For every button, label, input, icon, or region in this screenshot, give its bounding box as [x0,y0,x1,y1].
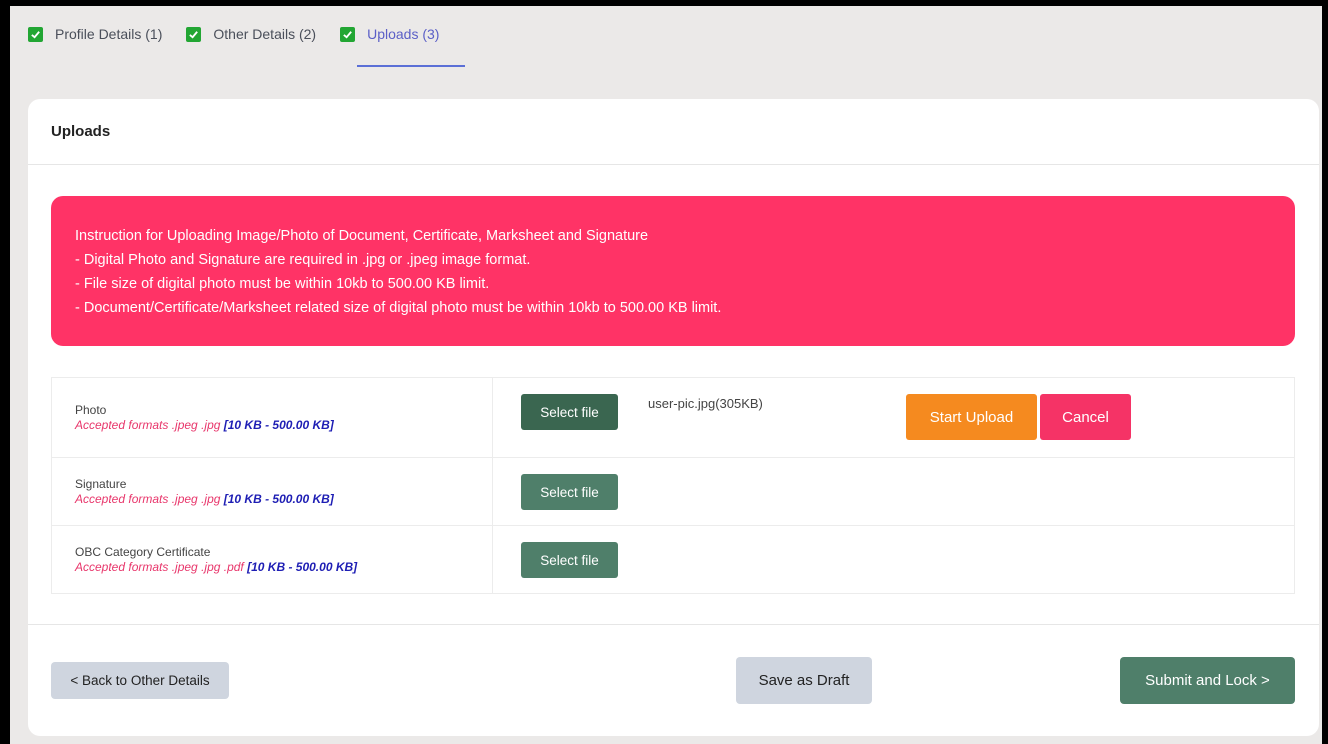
upload-row-obc-certificate: OBC Category Certificate Accepted format… [51,525,1295,594]
uploads-table: Photo Accepted formats .jpeg .jpg [10 KB… [51,377,1295,594]
step-tabs: Profile Details (1) Other Details (2) Up… [28,26,463,42]
window-frame-left [0,0,10,744]
window-frame-right [1322,0,1328,744]
upload-label-cell: Signature Accepted formats .jpeg .jpg [1… [51,457,493,526]
document-name: Signature [75,476,127,491]
footer-divider [28,624,1319,625]
upload-row-photo: Photo Accepted formats .jpeg .jpg [10 KB… [51,377,1295,458]
select-file-button[interactable]: Select file [521,474,618,510]
document-name: OBC Category Certificate [75,544,211,559]
instruction-line: - File size of digital photo must be wit… [75,276,490,292]
start-upload-button[interactable]: Start Upload [906,394,1037,440]
checkbox-checked-icon [28,26,43,42]
card-title: Uploads [28,99,1319,165]
checkbox-checked-icon [340,26,356,42]
formats-text: Accepted formats .jpeg .jpg .pdf [75,559,248,574]
document-name: Photo [75,402,107,417]
accepted-formats: Accepted formats .jpeg .jpg [10 KB - 500… [75,418,492,433]
tab-label: Profile Details (1) [55,26,163,42]
back-button[interactable]: < Back to Other Details [51,662,229,699]
accepted-formats: Accepted formats .jpeg .jpg [10 KB - 500… [75,492,492,507]
submit-lock-button[interactable]: Submit and Lock > [1120,657,1295,704]
instructions-heading: Instruction for Uploading Image/Photo of… [75,228,649,244]
upload-label-cell: OBC Category Certificate Accepted format… [51,525,493,594]
upload-action-cell: Select file [492,457,1295,526]
instructions-alert: Instruction for Uploading Image/Photo of… [51,196,1295,346]
tab-uploads[interactable]: Uploads (3) [340,26,439,42]
checkbox-checked-icon [186,26,202,42]
window-frame-top [0,0,1328,6]
instruction-line: - Document/Certificate/Marksheet related… [75,300,722,316]
tab-label: Uploads (3) [367,26,440,42]
size-limit: [10 KB - 500.00 KB] [223,417,334,432]
active-tab-underline [357,65,465,67]
formats-text: Accepted formats .jpeg .jpg [75,491,224,506]
tab-label: Other Details (2) [213,26,317,42]
accepted-formats: Accepted formats .jpeg .jpg .pdf [10 KB … [75,560,492,575]
formats-text: Accepted formats .jpeg .jpg [75,417,224,432]
cancel-upload-button[interactable]: Cancel [1040,394,1131,440]
tab-other-details[interactable]: Other Details (2) [186,26,316,42]
size-limit: [10 KB - 500.00 KB] [223,491,334,506]
save-draft-button[interactable]: Save as Draft [736,657,872,704]
size-limit: [10 KB - 500.00 KB] [247,559,358,574]
upload-action-cell: Select file [492,525,1295,594]
select-file-button[interactable]: Select file [521,394,618,430]
uploads-card: Uploads Instruction for Uploading Image/… [28,99,1319,736]
select-file-button[interactable]: Select file [521,542,618,578]
upload-action-cell: Select file user-pic.jpg(305KB) Start Up… [492,377,1295,458]
selected-file-name: user-pic.jpg(305KB) [648,396,763,411]
tab-profile-details[interactable]: Profile Details (1) [28,26,162,42]
upload-row-signature: Signature Accepted formats .jpeg .jpg [1… [51,457,1295,526]
upload-label-cell: Photo Accepted formats .jpeg .jpg [10 KB… [51,377,493,458]
instruction-line: - Digital Photo and Signature are requir… [75,252,531,268]
